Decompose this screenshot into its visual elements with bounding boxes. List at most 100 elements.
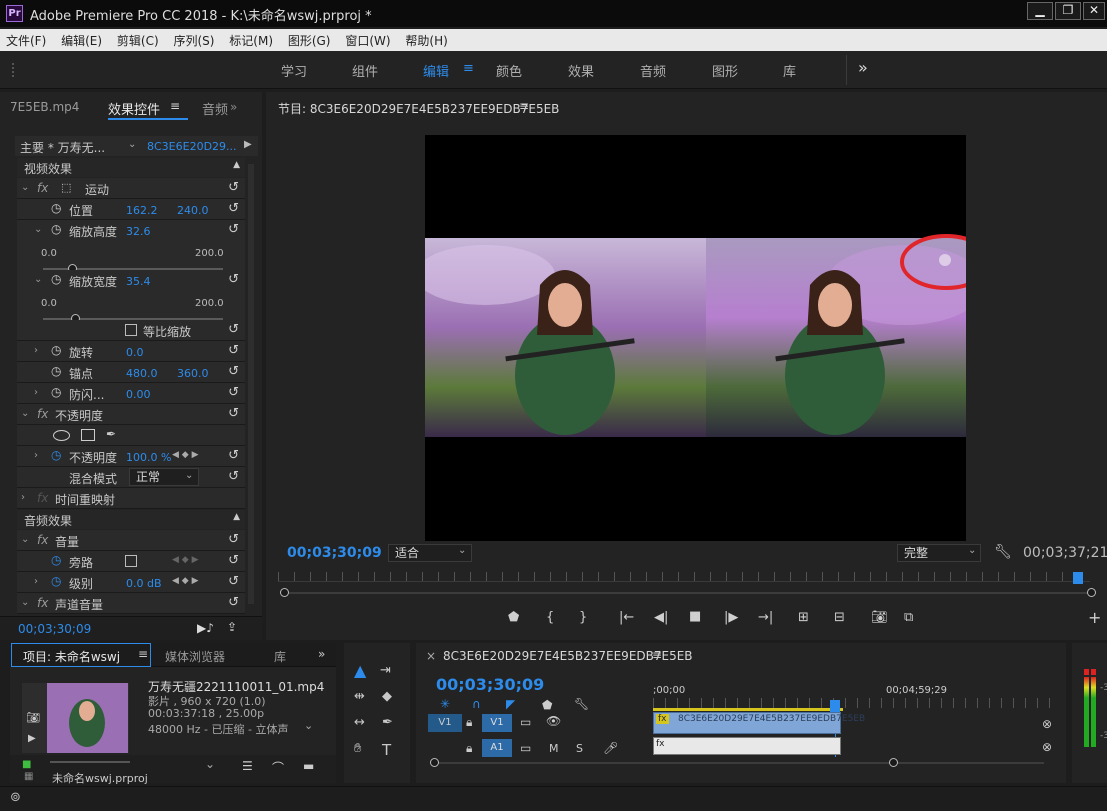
chevron-down-icon[interactable]: ⌄ [34, 274, 42, 285]
tab-source[interactable]: 7E5EB.mp4 [10, 100, 79, 114]
volume-row[interactable]: ⌄ fx 音量 ↺ [17, 530, 245, 551]
v1-track-target[interactable]: V1 [482, 714, 512, 732]
slip-tool-icon[interactable]: ↔ [354, 715, 365, 730]
master-clip-label[interactable]: 主要 * 万寿无... [20, 139, 105, 156]
opacity-value[interactable]: 100.0 % [126, 451, 171, 464]
rotation-value[interactable]: 0.0 [126, 346, 144, 359]
new-bin-icon[interactable]: ▬ [303, 759, 314, 773]
fx-icon[interactable]: fx [37, 596, 48, 610]
type-tool-icon[interactable]: T [382, 741, 391, 759]
workspace-editing[interactable]: 编辑 [423, 61, 449, 80]
go-to-in-icon[interactable]: |← [619, 610, 634, 625]
workspace-assembly[interactable]: 组件 [352, 61, 378, 80]
opacity-header-row[interactable]: ⌄ fx 不透明度 ↺ [17, 404, 245, 425]
timeline-ruler[interactable] [653, 698, 1051, 708]
level-value[interactable]: 0.0 dB [126, 577, 162, 590]
tab-menu-icon[interactable]: ≡ [170, 99, 180, 113]
menu-marker[interactable]: 标记(M) [223, 29, 278, 49]
chevron-right-icon[interactable]: › [34, 387, 38, 398]
mute-button[interactable]: M [549, 742, 559, 755]
mark-in-icon[interactable]: { [546, 610, 554, 625]
maximize-button[interactable]: ❐ [1055, 2, 1081, 20]
workspace-graphics[interactable]: 图形 [712, 61, 738, 80]
motion-row[interactable]: ⌄ fx ⬚ 运动 ↺ [17, 178, 245, 199]
chevron-down-icon[interactable]: ⌄ [205, 757, 215, 771]
hand-tool-icon[interactable]: ✋︎ [354, 741, 361, 756]
stopwatch-icon[interactable]: ◷ [51, 364, 61, 378]
stopwatch-icon[interactable]: ◷ [51, 385, 61, 399]
reset-icon[interactable]: ↺ [228, 201, 239, 216]
go-to-out-icon[interactable]: →| [758, 610, 773, 625]
uniform-scale-checkbox[interactable] [125, 324, 137, 336]
transform-box-icon[interactable]: ⬚ [61, 181, 71, 194]
stopwatch-icon[interactable]: ◷ [51, 343, 61, 357]
channel-volume-row[interactable]: ⌄ fx 声道音量 ↺ [17, 593, 245, 614]
play-audio-icon[interactable]: ▶♪ [197, 621, 214, 635]
marker-icon[interactable]: ⬟ [542, 698, 552, 712]
tab-libraries[interactable]: 库 [274, 648, 286, 665]
compare-view-icon[interactable]: ⧉ [904, 610, 913, 625]
collapse-up-icon[interactable]: ▲ [233, 160, 240, 170]
reset-icon[interactable]: ↺ [228, 574, 239, 589]
workspace-libraries[interactable]: 库 [783, 61, 796, 80]
reset-icon[interactable]: ↺ [228, 180, 239, 195]
zoom-bar[interactable] [280, 592, 1096, 594]
scale-width-value[interactable]: 35.4 [126, 275, 151, 288]
menu-window[interactable]: 窗口(W) [339, 29, 395, 49]
close-icon[interactable]: × [426, 649, 436, 663]
bypass-checkbox[interactable] [125, 555, 137, 567]
pen-tool-icon[interactable]: ✒ [382, 715, 393, 730]
keyframe-nav-icon[interactable]: ◀ ◆ ▶ [172, 576, 199, 586]
chevron-right-icon[interactable]: › [34, 450, 38, 461]
lock-icon[interactable]: 🔒︎ [466, 741, 472, 756]
timeline-scrollbar[interactable] [434, 762, 1044, 764]
add-button-icon[interactable]: + [1088, 608, 1101, 627]
list-view-icon[interactable]: ☰ [242, 759, 253, 773]
ripple-edit-tool-icon[interactable]: ⇹ [354, 689, 365, 704]
wrench-icon[interactable]: 🔧︎ [574, 697, 589, 711]
stopwatch-icon[interactable]: ◷ [51, 222, 61, 236]
program-monitor-title[interactable]: 节目: 8C3E6E20D29E7E4E5B237EE9EDB7E5EB [278, 100, 559, 117]
panel-menu-icon[interactable]: ≡ [519, 99, 529, 113]
effect-controls-timecode[interactable]: 00;03;30;09 [18, 622, 91, 636]
reset-icon[interactable]: ↺ [228, 322, 239, 337]
anti-flicker-value[interactable]: 0.00 [126, 388, 151, 401]
program-timecode[interactable]: 00;03;30;09 [287, 545, 382, 561]
reset-icon[interactable]: ↺ [228, 272, 239, 287]
track-select-tool-icon[interactable]: ⇥ [380, 663, 391, 678]
chevron-down-icon[interactable]: ⌄ [21, 597, 29, 608]
panel-overflow-icon[interactable]: » [318, 647, 325, 661]
tab-project[interactable]: 项目: 未命名wswj [23, 648, 120, 665]
keyframe-nav-icon[interactable]: ◀ ◆ ▶ [172, 450, 199, 460]
fx-icon[interactable]: fx [37, 491, 48, 505]
workspace-more-button[interactable]: » [858, 58, 868, 77]
menu-clip[interactable]: 剪辑(C) [111, 29, 164, 49]
workspace-effects[interactable]: 效果 [568, 61, 594, 80]
reset-icon[interactable]: ↺ [228, 364, 239, 379]
sync-lock-icon[interactable]: ▭ [520, 741, 531, 755]
project-footer-label[interactable]: 未命名wswj.prproj [52, 770, 148, 786]
fx-icon[interactable]: fx [37, 407, 48, 421]
v1-source-patch[interactable]: V1 [428, 714, 462, 732]
tab-audio[interactable]: 音频 [202, 99, 228, 118]
zoom-handle-left[interactable] [280, 588, 289, 597]
chevron-down-icon[interactable]: ⌄ [21, 408, 29, 419]
panel-menu-icon[interactable]: ≡ [652, 648, 662, 662]
microphone-icon[interactable]: 🎤︎ [603, 741, 618, 755]
razor-tool-icon[interactable]: ◆ [382, 689, 392, 704]
mark-out-icon[interactable]: } [579, 610, 587, 625]
chevron-down-icon[interactable]: ⌄ [21, 534, 29, 545]
work-area-bar[interactable] [653, 708, 843, 711]
scroll-lock-icon[interactable]: ⊗ [1042, 740, 1052, 754]
menu-sequence[interactable]: 序列(S) [167, 29, 219, 49]
extract-icon[interactable]: ⊟ [834, 610, 845, 625]
scrollbar[interactable] [248, 164, 254, 604]
tab-menu-icon[interactable]: ≡ [138, 647, 148, 661]
timeline-timecode[interactable]: 00;03;30;09 [436, 675, 544, 694]
reset-icon[interactable]: ↺ [228, 469, 239, 484]
chevron-down-icon[interactable]: ⌄ [21, 182, 29, 193]
workspace-learn[interactable]: 学习 [281, 61, 307, 80]
fx-icon[interactable]: fx [37, 181, 48, 195]
solo-button[interactable]: S [576, 742, 583, 755]
stopwatch-active-icon[interactable]: ◷ [51, 574, 61, 588]
